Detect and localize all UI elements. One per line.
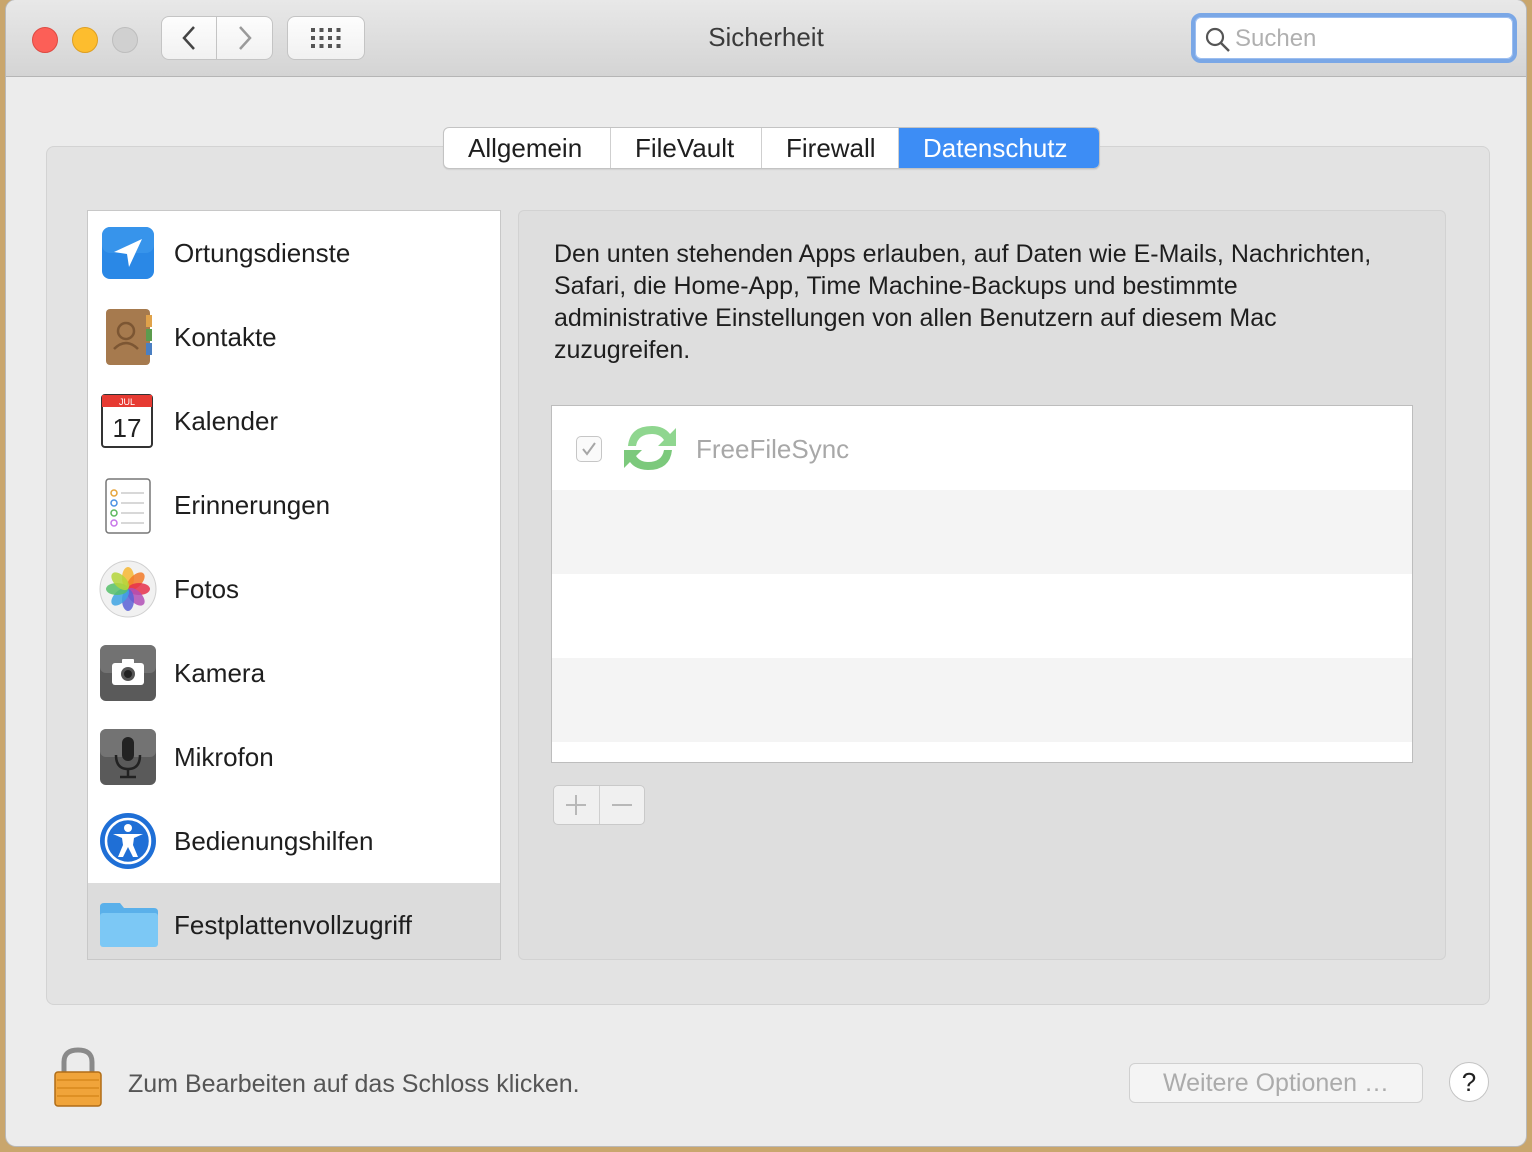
calendar-month: JUL [119,397,135,407]
tab-filevault[interactable]: FileVault [611,128,762,168]
add-button[interactable] [554,786,600,824]
privacy-category-list: Ortungsdienste Kontakte JUL 17 Kalender [87,210,501,960]
empty-row [552,574,1412,658]
sidebar-item-label: Kamera [174,657,266,688]
more-options-button[interactable]: Weitere Optionen … [1129,1063,1423,1103]
app-row-freefilesync[interactable]: FreeFileSync [552,406,1412,490]
app-list: FreeFileSync [551,405,1413,763]
tab-datenschutz[interactable]: Datenschutz [899,128,1099,168]
sidebar-item-location[interactable]: Ortungsdienste [88,211,500,295]
lock-icon[interactable] [52,1046,104,1108]
checkmark-icon [582,442,596,456]
reminders-icon [105,478,151,534]
sidebar-item-label: Kalender [174,405,279,436]
photos-icon [99,560,157,618]
security-preferences-window: Sicherheit Allgemein FileVault Firewall … [6,0,1526,1146]
empty-row [552,658,1412,742]
contacts-icon [106,309,152,365]
sidebar-item-label: Festplattenvollzugriff [174,909,412,940]
tab-allgemein[interactable]: Allgemein [444,128,611,168]
tab-bar: Allgemein FileVault Firewall Datenschutz [443,127,1100,169]
minus-icon [611,804,632,806]
freefilesync-icon [624,426,676,470]
sidebar-item-reminders[interactable]: Erinnerungen [88,463,500,547]
sidebar-item-accessibility[interactable]: Bedienungshilfen [88,799,500,883]
description-text: Den unten stehenden Apps erlauben, auf D… [554,240,1372,364]
search-field[interactable] [1191,13,1517,63]
sidebar-item-label: Fotos [174,573,240,604]
sidebar-item-photos[interactable]: Fotos [88,547,500,631]
sidebar-item-calendar[interactable]: JUL 17 Kalender [88,379,500,463]
sidebar-item-label: Ortungsdienste [174,237,351,268]
sidebar-item-microphone[interactable]: Mikrofon [88,715,500,799]
camera-icon [100,645,156,701]
sidebar-item-label: Kontakte [174,321,277,352]
sidebar-item-label: Erinnerungen [174,489,331,520]
titlebar: Sicherheit [6,0,1526,77]
add-remove-control [553,785,645,825]
folder-icon [100,903,158,947]
help-button[interactable]: ? [1449,1062,1489,1102]
app-name: FreeFileSync [696,434,850,464]
app-checkbox[interactable] [576,436,602,462]
microphone-icon [100,729,156,785]
accessibility-icon [100,813,156,869]
lock-hint-text: Zum Bearbeiten auf das Schloss klicken. [128,1070,580,1098]
calendar-day: 17 [113,413,142,443]
sidebar-item-contacts[interactable]: Kontakte [88,295,500,379]
search-icon [1205,27,1230,52]
plus-icon [566,795,587,815]
sidebar-item-label: Bedienungshilfen [174,825,374,856]
remove-button[interactable] [600,786,645,824]
sidebar-item-label: Mikrofon [174,741,274,772]
calendar-icon: JUL 17 [101,394,153,448]
sidebar-item-full-disk-access[interactable]: Festplattenvollzugriff [88,883,500,959]
tab-firewall[interactable]: Firewall [762,128,899,168]
search-input[interactable] [1233,22,1507,56]
sidebar-item-camera[interactable]: Kamera [88,631,500,715]
location-icon [102,227,154,279]
empty-row [552,490,1412,574]
